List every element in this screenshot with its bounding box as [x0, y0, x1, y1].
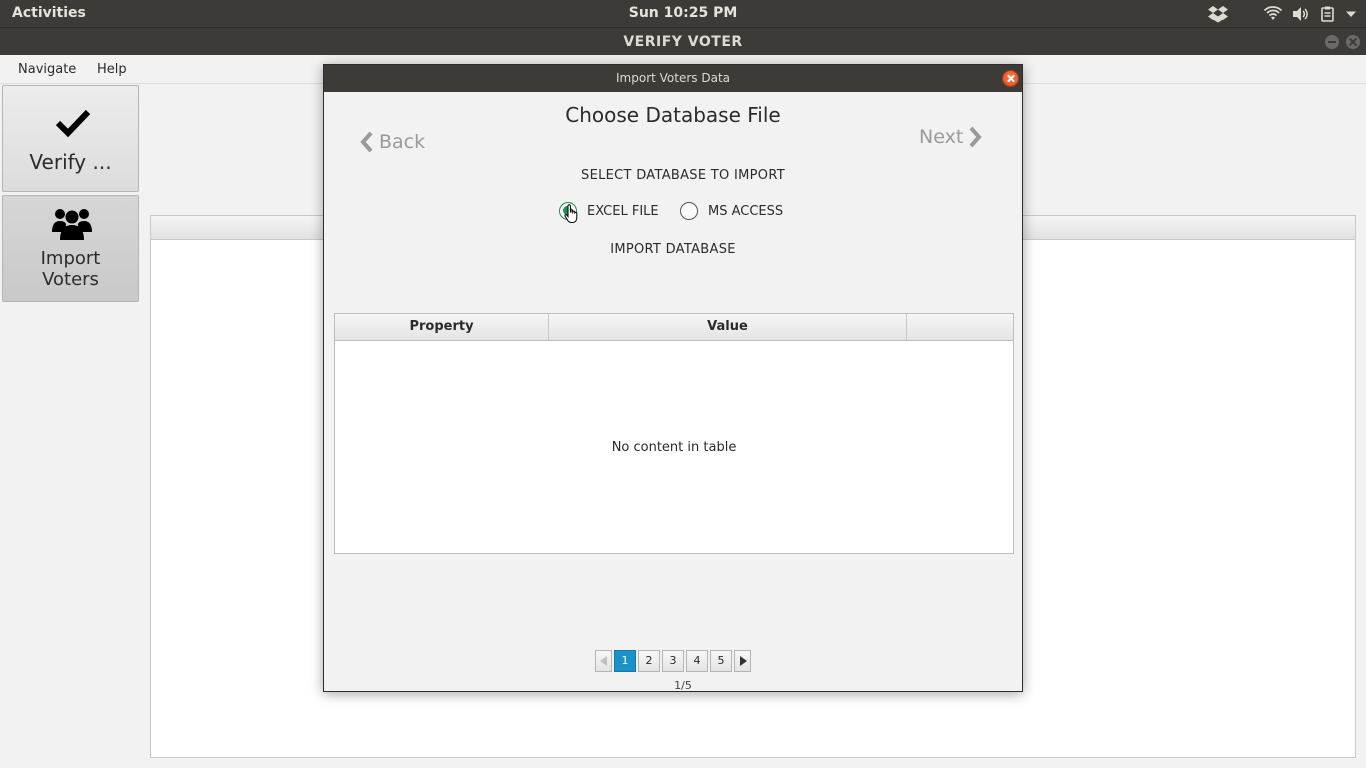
nav-verify-button[interactable]: Verify ... — [2, 85, 139, 192]
dialog-heading: Choose Database File — [565, 103, 781, 127]
next-label: Next — [919, 126, 964, 148]
chevron-down-icon[interactable] — [1346, 10, 1356, 18]
menu-help[interactable]: Help — [97, 62, 127, 77]
table-empty-message: No content in table — [611, 440, 737, 455]
clock[interactable]: Sun 10:25 PM — [0, 5, 1366, 21]
chevron-left-icon — [360, 131, 373, 153]
menu-navigate[interactable]: Navigate — [18, 62, 76, 77]
excel-file-label: EXCEL FILE — [587, 203, 659, 219]
pager-next-button[interactable] — [734, 650, 751, 672]
pager-page-2[interactable]: 2 — [638, 650, 660, 672]
ms-access-label: MS ACCESS — [708, 203, 784, 219]
dialog-close-button[interactable] — [1002, 70, 1019, 87]
window-close-button[interactable] — [1346, 35, 1360, 49]
properties-table: Property Value No content in table — [334, 313, 1014, 554]
system-top-bar: Activities Sun 10:25 PM — [0, 0, 1366, 27]
nav-import-voters-button[interactable]: Import Voters — [2, 195, 139, 302]
window-title: VERIFY VOTER — [623, 34, 743, 50]
hand-cursor-icon — [564, 204, 578, 223]
dialog-title: Import Voters Data — [616, 71, 730, 85]
system-tray — [1208, 3, 1356, 25]
pagination: 1 2 3 4 5 — [595, 650, 751, 672]
activities-button[interactable]: Activities — [12, 5, 86, 21]
nav-verify-label: Verify ... — [29, 150, 112, 174]
window-title-bar: VERIFY VOTER — [0, 27, 1366, 55]
nav-import-label-line2: Voters — [42, 269, 99, 290]
dropbox-icon[interactable] — [1208, 5, 1228, 23]
column-header-property[interactable]: Property — [335, 314, 549, 340]
pager-page-1[interactable]: 1 — [614, 650, 636, 672]
wifi-icon[interactable] — [1264, 6, 1282, 22]
import-database-button[interactable]: IMPORT DATABASE — [606, 242, 740, 262]
radio-indicator-unchecked[interactable] — [680, 202, 698, 220]
pager-page-3[interactable]: 3 — [662, 650, 684, 672]
pager-page-5[interactable]: 5 — [710, 650, 732, 672]
nav-import-label: Import Voters — [3, 248, 138, 290]
chevron-right-icon — [969, 126, 982, 148]
back-button[interactable]: Back — [360, 128, 425, 156]
volume-icon[interactable] — [1292, 6, 1310, 22]
ms-access-radio[interactable]: MS ACCESS — [680, 202, 783, 220]
table-header: Property Value — [335, 314, 1013, 341]
next-button[interactable]: Next — [919, 123, 982, 151]
minimize-button[interactable] — [1325, 35, 1339, 49]
triangle-left-icon — [599, 656, 607, 666]
column-header-value[interactable]: Value — [549, 314, 907, 340]
back-label: Back — [379, 131, 426, 153]
column-header-filler — [907, 314, 1013, 340]
clipboard-icon[interactable] — [1320, 6, 1336, 22]
nav-import-label-line1: Import — [40, 248, 101, 269]
dialog-title-bar: Import Voters Data — [324, 65, 1022, 92]
checkmark-icon — [55, 109, 91, 138]
pager-prev-button[interactable] — [595, 650, 612, 672]
users-icon — [52, 209, 92, 240]
triangle-right-icon — [739, 656, 747, 666]
pager-page-4[interactable]: 4 — [686, 650, 708, 672]
